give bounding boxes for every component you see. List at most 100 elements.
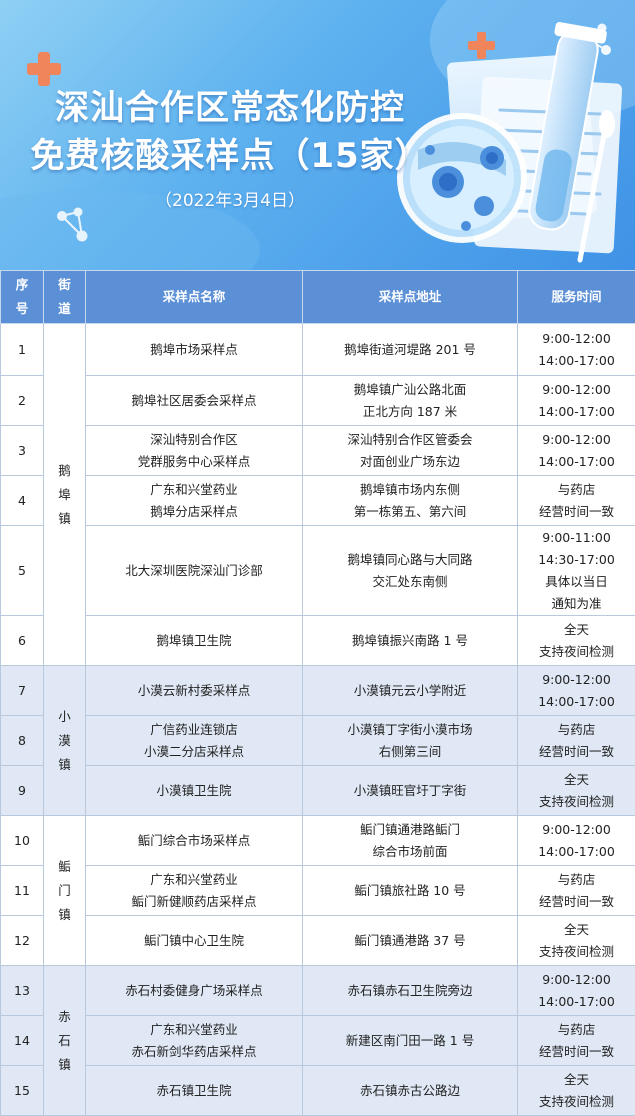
service-hours-line: 9:00-12:00 (520, 379, 633, 401)
service-hours-line: 与药店 (520, 719, 633, 741)
service-hours-line: 经营时间一致 (520, 501, 633, 523)
service-hours-line: 支持夜间检测 (520, 641, 633, 663)
site-address-line: 综合市场前面 (305, 841, 515, 863)
service-hours-cell: 与药店经营时间一致 (518, 1016, 635, 1066)
table-row: 4 广东和兴堂药业鹅埠分店采样点鹅埠镇市场内东侧第一栋第五、第六间与药店经营时间一… (1, 476, 635, 526)
service-hours-line: 经营时间一致 (520, 741, 633, 763)
service-hours-line: 支持夜间检测 (520, 1091, 633, 1113)
sampling-sites-table: 序号 街道 采样点名称 采样点地址 服务时间 1鹅埠镇鹅埠市场采样点鹅埠街道河堤… (0, 270, 635, 1116)
site-address-cell: 小漠镇丁字街小漠市场右侧第三间 (303, 716, 518, 766)
table-row: 8 广信药业连锁店小漠二分店采样点小漠镇丁字街小漠市场右侧第三间与药店经营时间一致 (1, 716, 635, 766)
table-row: 9小漠镇卫生院小漠镇旺官圩丁字街全天支持夜间检测 (1, 766, 635, 816)
site-name-cell: 赤石镇卫生院 (86, 1066, 303, 1116)
site-name-cell: 小漠云新村委采样点 (86, 666, 303, 716)
table-body: 1鹅埠镇鹅埠市场采样点鹅埠街道河堤路 201 号9:00-12:0014:00-… (1, 324, 635, 1116)
site-address-line: 右侧第三间 (305, 741, 515, 763)
service-hours-line: 经营时间一致 (520, 891, 633, 913)
site-address-cell: 鹅埠街道河堤路 201 号 (303, 324, 518, 376)
service-hours-cell: 9:00-12:0014:00-17:00 (518, 324, 635, 376)
site-address-cell: 鹅埠镇市场内东侧第一栋第五、第六间 (303, 476, 518, 526)
site-name-cell: 鲘门综合市场采样点 (86, 816, 303, 866)
service-hours-cell: 9:00-12:0014:00-17:00 (518, 816, 635, 866)
table-row: 10鲘门镇鲘门综合市场采样点鲘门镇通港路鲘门综合市场前面9:00-12:0014… (1, 816, 635, 866)
site-name-cell: 广东和兴堂药业鹅埠分店采样点 (86, 476, 303, 526)
service-hours-line: 通知为准 (520, 593, 633, 615)
site-address-line: 赤石镇赤石卫生院旁边 (305, 980, 515, 1002)
site-address-cell: 鲘门镇旅社路 10 号 (303, 866, 518, 916)
site-address-cell: 小漠镇旺官圩丁字街 (303, 766, 518, 816)
site-address-line: 对面创业广场东边 (305, 451, 515, 473)
site-name-line: 广信药业连锁店 (88, 719, 300, 741)
row-number: 9 (1, 766, 44, 816)
service-hours-line: 9:00-12:00 (520, 969, 633, 991)
header-banner: 深汕合作区常态化防控 免费核酸采样点（15家） （2022年3月4日） (0, 0, 635, 270)
site-address-cell: 赤石镇赤古公路边 (303, 1066, 518, 1116)
page-title-line2: 免费核酸采样点（15家） (0, 128, 460, 177)
table-row: 12鲘门镇中心卫生院鲘门镇通港路 37 号全天支持夜间检测 (1, 916, 635, 966)
table-row: 1鹅埠镇鹅埠市场采样点鹅埠街道河堤路 201 号9:00-12:0014:00-… (1, 324, 635, 376)
service-hours-line: 经营时间一致 (520, 1041, 633, 1063)
site-address-line: 鲘门镇通港路鲘门 (305, 819, 515, 841)
service-hours-cell: 与药店经营时间一致 (518, 476, 635, 526)
site-name-line: 党群服务中心采样点 (88, 451, 300, 473)
site-name-cell: 赤石村委健身广场采样点 (86, 966, 303, 1016)
service-hours-line: 9:00-12:00 (520, 669, 633, 691)
service-hours-line: 14:00-17:00 (520, 841, 633, 863)
row-number: 8 (1, 716, 44, 766)
column-header-address: 采样点地址 (303, 271, 518, 324)
table-row: 6鹅埠镇卫生院鹅埠镇振兴南路 1 号全天支持夜间检测 (1, 616, 635, 666)
service-hours-line: 全天 (520, 619, 633, 641)
service-hours-line: 与药店 (520, 1019, 633, 1041)
row-number: 5 (1, 526, 44, 616)
town-cell: 鹅埠镇 (44, 324, 86, 666)
row-number: 10 (1, 816, 44, 866)
site-address-line: 交汇处东南侧 (305, 571, 515, 593)
service-hours-cell: 9:00-11:0014:30-17:00具体以当日通知为准 (518, 526, 635, 616)
column-header-no: 序号 (1, 271, 44, 324)
service-hours-cell: 9:00-12:0014:00-17:00 (518, 666, 635, 716)
service-hours-line: 与药店 (520, 869, 633, 891)
site-address-cell: 新建区南门田一路 1 号 (303, 1016, 518, 1066)
service-hours-line: 14:00-17:00 (520, 691, 633, 713)
service-hours-cell: 9:00-12:0014:00-17:00 (518, 376, 635, 426)
site-address-line: 鹅埠镇市场内东侧 (305, 479, 515, 501)
service-hours-line: 与药店 (520, 479, 633, 501)
town-cell: 鲘门镇 (44, 816, 86, 966)
site-address-line: 正北方向 187 米 (305, 401, 515, 423)
site-address-cell: 赤石镇赤石卫生院旁边 (303, 966, 518, 1016)
site-name-line: 鹅埠分店采样点 (88, 501, 300, 523)
service-hours-line: 14:00-17:00 (520, 350, 633, 372)
table-header-row: 序号 街道 采样点名称 采样点地址 服务时间 (1, 271, 635, 324)
site-name-cell: 广信药业连锁店小漠二分店采样点 (86, 716, 303, 766)
row-number: 6 (1, 616, 44, 666)
service-hours-cell: 全天支持夜间检测 (518, 616, 635, 666)
site-name-line: 鲘门镇中心卫生院 (88, 930, 300, 952)
site-address-cell: 鹅埠镇广汕公路北面正北方向 187 米 (303, 376, 518, 426)
row-number: 11 (1, 866, 44, 916)
site-name-line: 鲘门新健顺药店采样点 (88, 891, 300, 913)
site-name-cell: 鹅埠社区居委会采样点 (86, 376, 303, 426)
site-name-line: 赤石镇卫生院 (88, 1080, 300, 1102)
site-address-line: 鹅埠镇广汕公路北面 (305, 379, 515, 401)
service-hours-cell: 9:00-12:0014:00-17:00 (518, 426, 635, 476)
service-hours-cell: 9:00-12:0014:00-17:00 (518, 966, 635, 1016)
site-name-line: 小漠二分店采样点 (88, 741, 300, 763)
service-hours-line: 支持夜间检测 (520, 941, 633, 963)
site-address-cell: 鲘门镇通港路鲘门综合市场前面 (303, 816, 518, 866)
row-number: 15 (1, 1066, 44, 1116)
service-hours-line: 具体以当日 (520, 571, 633, 593)
site-name-cell: 鹅埠市场采样点 (86, 324, 303, 376)
column-header-street: 街道 (44, 271, 86, 324)
service-hours-line: 14:00-17:00 (520, 401, 633, 423)
row-number: 4 (1, 476, 44, 526)
service-hours-line: 全天 (520, 769, 633, 791)
row-number: 7 (1, 666, 44, 716)
site-address-line: 鲘门镇通港路 37 号 (305, 930, 515, 952)
publish-date: （2022年3月4日） (0, 186, 460, 211)
site-name-line: 鲘门综合市场采样点 (88, 830, 300, 852)
service-hours-cell: 与药店经营时间一致 (518, 866, 635, 916)
service-hours-line: 9:00-12:00 (520, 328, 633, 350)
site-name-cell: 鲘门镇中心卫生院 (86, 916, 303, 966)
service-hours-line: 9:00-11:00 (520, 527, 633, 549)
row-number: 2 (1, 376, 44, 426)
